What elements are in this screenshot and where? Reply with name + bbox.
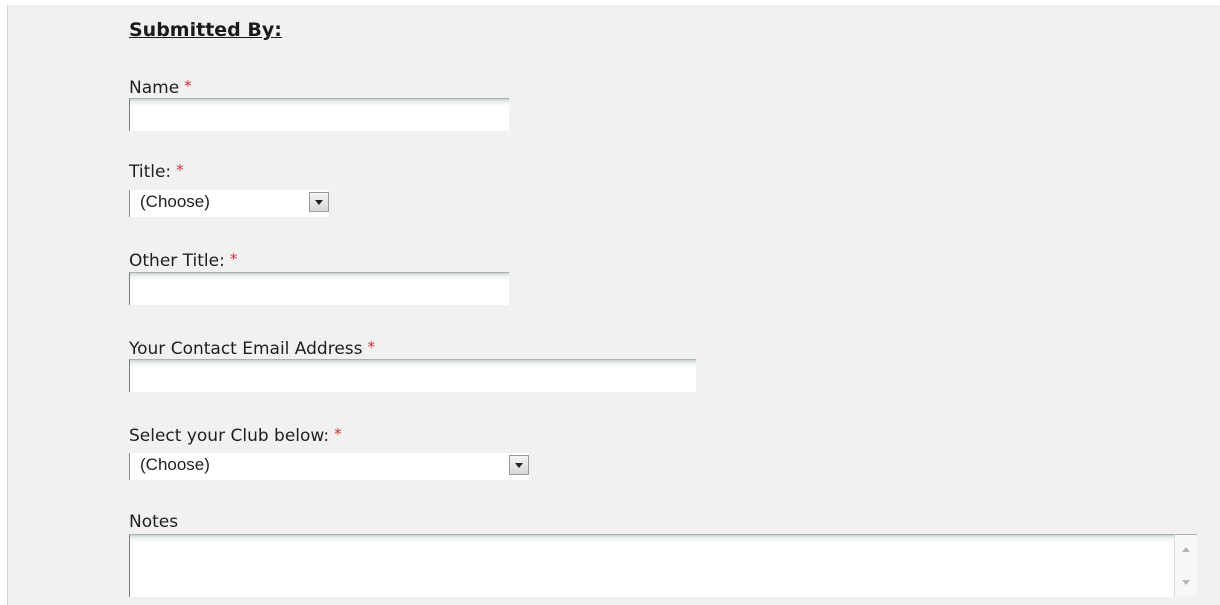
title-label-text: Title: xyxy=(129,162,172,182)
chevron-down-icon[interactable] xyxy=(309,192,329,212)
club-select[interactable]: (Choose) xyxy=(129,453,529,480)
club-label: Select your Club below: * xyxy=(129,425,342,446)
required-asterisk: * xyxy=(184,77,192,95)
notes-textarea[interactable] xyxy=(129,534,1197,597)
required-asterisk: * xyxy=(176,161,184,179)
title-select[interactable]: (Choose) xyxy=(129,190,329,217)
club-select-value: (Choose) xyxy=(140,455,210,474)
required-asterisk: * xyxy=(367,338,376,356)
name-input[interactable] xyxy=(129,98,509,131)
notes-label: Notes xyxy=(129,512,179,532)
scroll-up-icon[interactable] xyxy=(1182,547,1190,552)
notes-scrollbar[interactable] xyxy=(1174,535,1197,597)
email-label-text: Your Contact Email Address xyxy=(129,339,363,359)
title-select-value: (Choose) xyxy=(140,192,210,211)
other-title-label-text: Other Title: xyxy=(129,251,225,271)
other-title-input[interactable] xyxy=(129,272,509,305)
chevron-down-icon[interactable] xyxy=(509,455,529,475)
email-label: Your Contact Email Address * xyxy=(129,338,375,359)
required-asterisk: * xyxy=(334,425,342,443)
section-heading: Submitted By: xyxy=(129,19,282,41)
other-title-label: Other Title: * xyxy=(129,250,237,271)
title-label: Title: * xyxy=(129,161,184,182)
required-asterisk: * xyxy=(229,250,238,268)
name-label-text: Name xyxy=(129,78,180,98)
scroll-down-icon[interactable] xyxy=(1182,580,1190,585)
club-label-text: Select your Club below: xyxy=(129,426,330,446)
email-input[interactable] xyxy=(129,359,696,392)
name-label: Name * xyxy=(129,77,192,98)
